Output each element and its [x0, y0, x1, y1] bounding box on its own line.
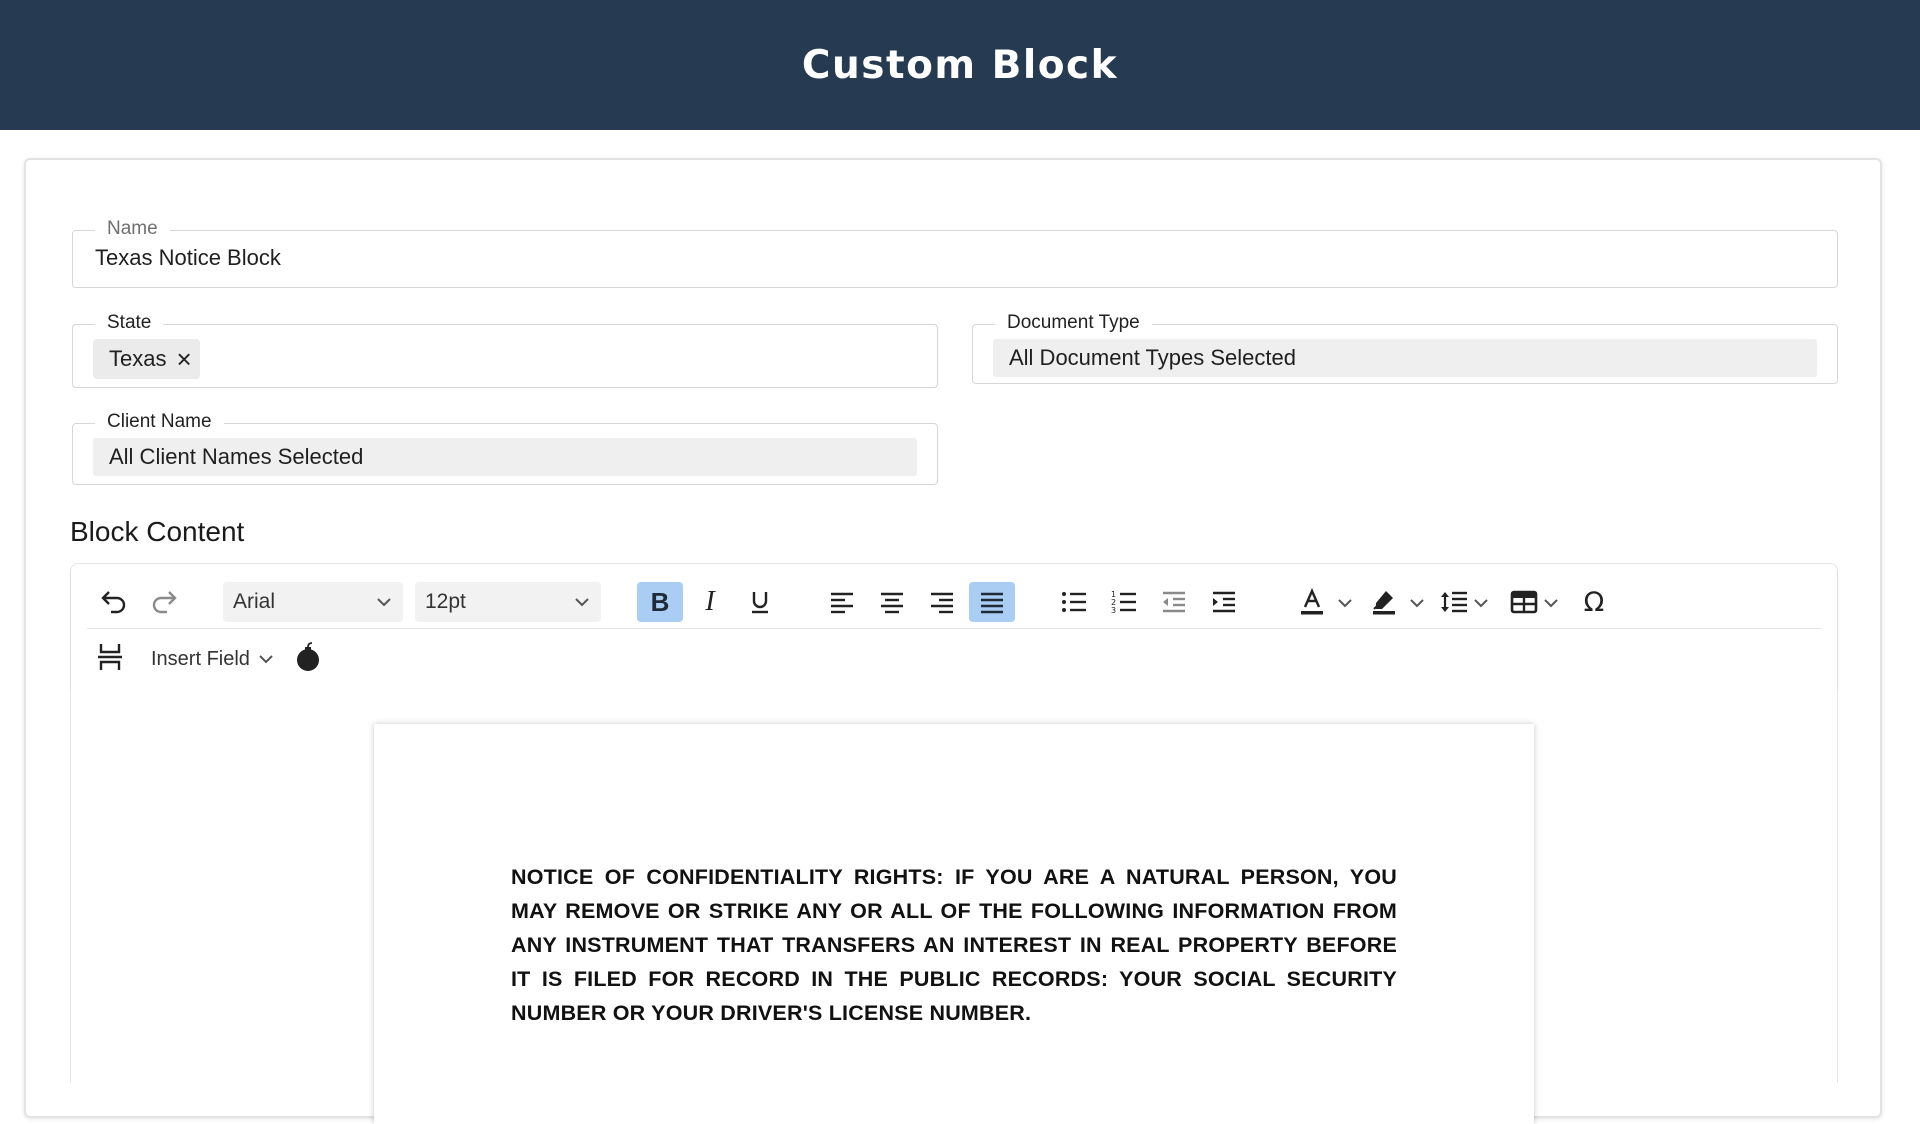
align-left-icon[interactable]	[819, 582, 865, 622]
editor-canvas[interactable]: NOTICE OF CONFIDENTIALITY RIGHTS: IF YOU…	[71, 688, 1837, 1124]
bomb-icon[interactable]	[285, 637, 331, 677]
undo-icon[interactable]	[91, 582, 137, 622]
state-chip-label: Texas	[109, 346, 167, 371]
font-family-value: Arial	[233, 590, 276, 613]
text-color-icon[interactable]	[1289, 582, 1335, 622]
underline-icon[interactable]	[737, 582, 783, 622]
align-justify-icon[interactable]	[969, 582, 1015, 622]
toolbar-row-secondary: Insert Field	[87, 628, 1821, 687]
state-chip-texas: Texas ×	[93, 339, 200, 379]
indent-icon[interactable]	[1201, 582, 1247, 622]
special-character-icon[interactable]: Ω	[1571, 582, 1617, 622]
font-size-select[interactable]: 12pt	[415, 582, 601, 622]
close-icon[interactable]: ×	[176, 346, 191, 372]
line-height-icon[interactable]	[1431, 582, 1477, 622]
page-break-icon[interactable]	[87, 637, 133, 677]
table-icon[interactable]	[1501, 582, 1547, 622]
font-family-select[interactable]: Arial	[223, 582, 403, 622]
document-type-select[interactable]: All Document Types Selected	[993, 339, 1817, 377]
client-name-select[interactable]: All Client Names Selected	[93, 438, 917, 476]
editor-toolbar: Arial 12pt B I 1 2 3 Ω Insert Field	[71, 564, 1837, 688]
bullet-list-icon[interactable]	[1051, 582, 1097, 622]
state-field[interactable]: State Texas ×	[72, 312, 938, 388]
chevron-down-icon	[259, 655, 273, 664]
document-page[interactable]: NOTICE OF CONFIDENTIALITY RIGHTS: IF YOU…	[374, 724, 1534, 1124]
document-type-field[interactable]: Document Type All Document Types Selecte…	[972, 312, 1838, 384]
document-body-text[interactable]: NOTICE OF CONFIDENTIALITY RIGHTS: IF YOU…	[511, 860, 1397, 1030]
highlight-color-icon[interactable]	[1361, 582, 1407, 622]
outdent-icon[interactable]	[1151, 582, 1197, 622]
rich-text-editor: Arial 12pt B I 1 2 3 Ω Insert Field NOTI…	[70, 563, 1838, 1124]
client-name-field[interactable]: Client Name All Client Names Selected	[72, 411, 938, 485]
align-center-icon[interactable]	[869, 582, 915, 622]
chevron-down-icon[interactable]	[1473, 596, 1489, 610]
page-title: Custom Block	[801, 42, 1119, 88]
align-right-icon[interactable]	[919, 582, 965, 622]
chevron-down-icon[interactable]	[1543, 596, 1559, 610]
name-input[interactable]: Texas Notice Block	[95, 245, 281, 271]
state-label: State	[95, 312, 164, 334]
name-field[interactable]: Name Texas Notice Block	[72, 218, 1838, 288]
client-name-label: Client Name	[95, 411, 224, 433]
italic-icon[interactable]: I	[687, 582, 733, 622]
chevron-down-icon	[377, 598, 391, 607]
document-type-label: Document Type	[995, 312, 1152, 334]
numbered-list-icon[interactable]: 123	[1101, 582, 1147, 622]
chevron-down-icon	[575, 598, 589, 607]
name-label: Name	[95, 218, 170, 240]
bold-icon[interactable]: B	[637, 582, 683, 622]
insert-field-label: Insert Field	[151, 647, 250, 670]
redo-icon[interactable]	[141, 582, 187, 622]
app-header: Custom Block	[0, 0, 1920, 130]
chevron-down-icon[interactable]	[1337, 596, 1353, 610]
toolbar-row-primary: Arial 12pt B I 1 2 3 Ω	[71, 576, 1837, 628]
svg-text:3: 3	[1111, 606, 1116, 614]
block-content-title: Block Content	[70, 516, 245, 547]
font-size-value: 12pt	[425, 590, 466, 613]
chevron-down-icon[interactable]	[1409, 596, 1425, 610]
insert-field-dropdown[interactable]: Insert Field	[151, 639, 274, 679]
